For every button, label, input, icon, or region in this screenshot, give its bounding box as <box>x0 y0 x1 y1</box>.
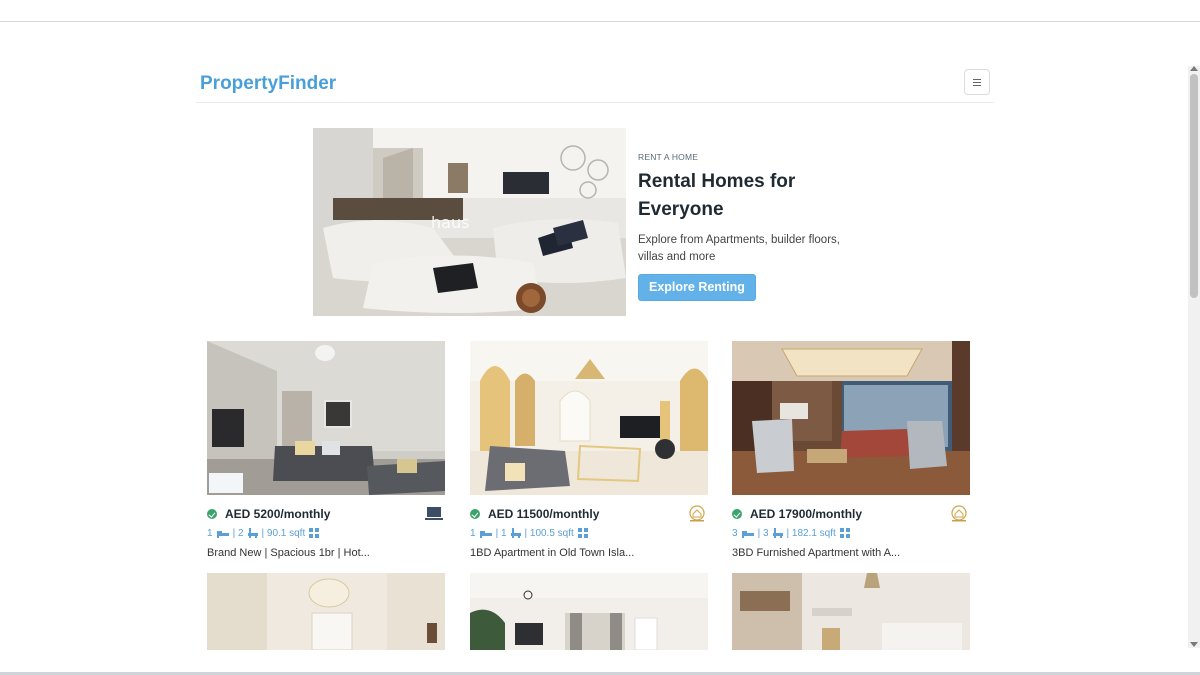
hero-description: Explore from Apartments, builder floors,… <box>638 234 840 263</box>
listing-photo[interactable] <box>470 341 708 495</box>
agency-logo-icon[interactable] <box>948 505 970 523</box>
listing-price: AED 11500/monthly <box>488 507 600 521</box>
listing-title[interactable]: 1BD Apartment in Old Town Isla... <box>470 547 708 559</box>
bath-icon <box>510 528 521 538</box>
listing-photo[interactable] <box>732 341 970 495</box>
bed-icon <box>216 530 229 538</box>
listing-card[interactable] <box>470 573 708 650</box>
bed-icon <box>741 530 754 538</box>
scroll-down-icon[interactable] <box>1190 642 1198 647</box>
agency-logo-icon[interactable] <box>423 505 445 523</box>
listing-card[interactable]: AED 17900/monthly 3 | 3 | 182.1 sqft 3BD… <box>732 341 970 559</box>
hero-eyebrow: RENT A HOME <box>638 152 699 162</box>
listing-photo[interactable] <box>207 573 445 650</box>
listing-price: AED 17900/monthly <box>750 507 863 521</box>
beds-count: 1 <box>470 527 476 539</box>
listing-title[interactable]: Brand New | Spacious 1br | Hot... <box>207 547 445 559</box>
baths-count: | 2 <box>232 527 244 539</box>
grid-icon <box>577 528 588 538</box>
scroll-up-icon[interactable] <box>1190 66 1198 71</box>
listing-card[interactable] <box>732 573 970 650</box>
agency-logo-icon[interactable] <box>686 505 708 523</box>
listing-photo[interactable] <box>732 573 970 650</box>
area-value: | 90.1 sqft <box>261 527 306 539</box>
navbar: PropertyFinder <box>196 66 994 103</box>
listing-photo[interactable] <box>207 341 445 495</box>
listing-price: AED 5200/monthly <box>225 507 331 521</box>
hero-watermark: haus <box>431 213 469 232</box>
listing-title[interactable]: 3BD Furnished Apartment with A... <box>732 547 970 559</box>
hamburger-icon <box>973 78 981 86</box>
area-value: | 182.1 sqft <box>786 527 836 539</box>
brand-logo[interactable]: PropertyFinder <box>200 73 336 95</box>
baths-count: | 3 <box>757 527 769 539</box>
scrollbar-thumb[interactable] <box>1190 74 1198 298</box>
baths-count: | 1 <box>495 527 507 539</box>
explore-renting-button[interactable]: Explore Renting <box>638 274 756 301</box>
hero-image: haus <box>313 128 626 316</box>
listing-photo[interactable] <box>470 573 708 650</box>
hero-section: RENT A HOME Rental Homes for Everyone Ex… <box>638 152 878 301</box>
listing-card[interactable]: AED 5200/monthly 1 | 2 | 90.1 sqft Brand… <box>207 341 445 559</box>
browser-top-strip <box>0 0 1200 22</box>
listing-card[interactable]: AED 11500/monthly 1 | 1 | 100.5 sqft 1BD… <box>470 341 708 559</box>
page-scrollbar[interactable] <box>1188 66 1200 648</box>
menu-toggle-button[interactable] <box>964 69 990 95</box>
area-value: | 100.5 sqft <box>524 527 574 539</box>
bed-icon <box>479 530 492 538</box>
hero-title: Rental Homes for Everyone <box>638 171 796 220</box>
verified-check-icon <box>207 509 217 519</box>
grid-icon <box>839 528 850 538</box>
verified-check-icon <box>732 509 742 519</box>
bath-icon <box>247 528 258 538</box>
listing-card[interactable] <box>207 573 445 650</box>
grid-icon <box>309 528 320 538</box>
bath-icon <box>772 528 783 538</box>
beds-count: 3 <box>732 527 738 539</box>
beds-count: 1 <box>207 527 213 539</box>
verified-check-icon <box>470 509 480 519</box>
